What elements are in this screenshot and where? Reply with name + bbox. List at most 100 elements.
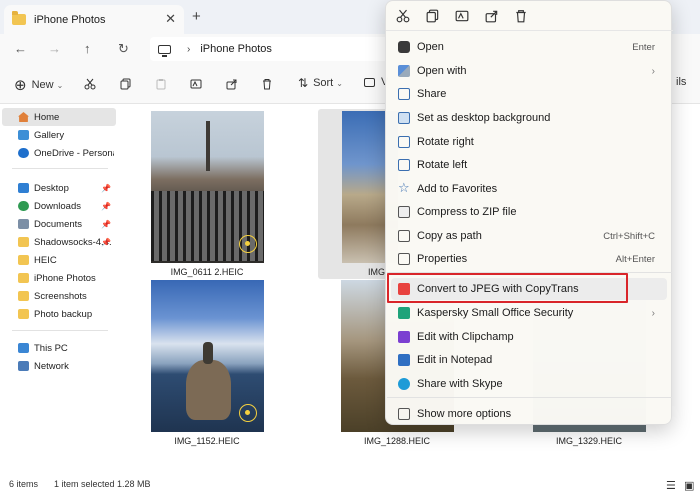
sidebar-item-gallery[interactable]: Gallery [0,126,114,144]
sidebar-item-label: Home [34,111,60,123]
menu-item-label: Rotate left [417,159,468,171]
network-icon [18,361,29,371]
close-tab-button[interactable]: ✕ [165,11,176,27]
desktop-icon [18,183,29,193]
sidebar-item-home[interactable]: Home [2,108,116,126]
photo-thumbnail [151,111,264,263]
sidebar-item-label: Shadowsocks-4.4. [34,236,112,248]
highlight-annotation [387,273,628,303]
menu-item-label: Open with [417,65,467,77]
sidebar-item-this-pc[interactable]: This PC [0,339,114,357]
cloud-icon [18,148,29,158]
new-tab-button[interactable]: + [192,8,201,25]
monitor-icon [158,44,171,57]
menu-item-open-with[interactable]: Open with › [391,60,667,82]
menu-item-set-background[interactable]: Set as desktop background [391,107,667,129]
details-button[interactable]: ils [676,76,686,88]
item-count: 6 items [9,479,39,489]
menu-item-label: Edit in Notepad [417,354,493,366]
menu-item-rotate-right[interactable]: Rotate right [391,131,667,153]
share-icon[interactable] [485,9,499,23]
menu-item-label: Kaspersky Small Office Security [417,307,574,319]
file-item[interactable]: IMG_1152.HEIC [146,278,268,448]
tab-iphone-photos[interactable]: iPhone Photos ✕ [4,5,184,34]
rename-icon[interactable] [455,9,469,23]
new-button[interactable]: ⊕ New ⌄ [14,76,63,94]
menu-item-copy-path[interactable]: Copy as path Ctrl+Shift+C [391,225,667,247]
file-name: IMG_1329.HEIC [555,436,623,446]
menu-item-properties[interactable]: Properties Alt+Enter [391,248,667,270]
delete-icon[interactable] [261,78,273,90]
sidebar-item-downloads[interactable]: Downloads 📌 [0,197,114,215]
sidebar-item-label: iPhone Photos [34,272,96,284]
cut-icon[interactable] [84,78,96,90]
thumbnails-view-icon[interactable]: ▣ [684,479,694,492]
sidebar-item-label: Network [34,360,69,372]
sidebar-item-label: HEIC [34,254,57,266]
copy-icon[interactable] [426,9,440,23]
address-field[interactable]: › iPhone Photos [150,37,410,61]
tab-title: iPhone Photos [34,13,106,26]
pin-icon[interactable]: 📌 [101,184,111,193]
menu-item-add-favorites[interactable]: ☆ Add to Favorites [391,178,667,200]
gallery-icon [18,130,29,140]
menu-item-compress-zip[interactable]: Compress to ZIP file [391,201,667,223]
folder-icon [18,237,29,247]
sidebar-divider [12,330,108,331]
rename-icon[interactable] [190,78,202,90]
menu-item-label: Edit with Clipchamp [417,331,514,343]
details-view-icon[interactable]: ☰ [666,479,676,492]
paste-icon[interactable] [155,78,167,90]
back-arrow-icon[interactable]: ← [14,41,27,56]
menu-item-label: Share with Skype [417,378,503,390]
pin-icon[interactable]: 📌 [101,202,111,211]
file-item[interactable]: IMG_0611 2.HEIC [146,109,268,279]
sidebar-item-network[interactable]: Network [0,357,114,375]
live-photo-icon [239,235,257,253]
sidebar-item-heic[interactable]: HEIC [0,251,114,269]
menu-item-open[interactable]: Open Enter [391,36,667,58]
menu-item-rotate-left[interactable]: Rotate left [391,154,667,176]
file-name: IMG_1152.HEIC [174,436,240,446]
menu-item-label: Add to Favorites [417,183,498,195]
sidebar-item-desktop[interactable]: Desktop 📌 [0,179,114,197]
sidebar-item-onedrive[interactable]: OneDrive - Personal [0,144,114,162]
folder-icon [18,309,29,319]
sidebar-item-shadowsocks[interactable]: Shadowsocks-4.4. 📌 [0,233,114,251]
menu-item-share[interactable]: Share [391,83,667,105]
selection-count: 1 item selected [54,479,115,489]
share-icon[interactable] [226,78,238,90]
sidebar-item-label: OneDrive - Personal [34,147,114,159]
up-arrow-icon[interactable]: ↑ [84,41,91,56]
menu-item-skype[interactable]: Share with Skype [391,373,667,395]
sort-icon: ⇅ [298,76,309,90]
copy-icon[interactable] [120,78,132,90]
menu-item-kaspersky[interactable]: Kaspersky Small Office Security › [391,302,667,324]
pin-icon[interactable]: 📌 [101,220,111,229]
context-menu: Open Enter Open with › Share Set as desk… [385,0,673,425]
sidebar-item-label: This PC [34,342,68,354]
menu-item-clipchamp[interactable]: Edit with Clipchamp [391,326,667,348]
more-options-icon [398,408,410,420]
sidebar-item-documents[interactable]: Documents 📌 [0,215,114,233]
sidebar-item-photo-backup[interactable]: Photo backup [0,305,114,323]
sidebar-item-iphone-photos[interactable]: iPhone Photos [0,269,114,287]
menu-item-label: Rotate right [417,136,474,148]
forward-arrow-icon[interactable]: → [48,41,61,56]
address-path: iPhone Photos [200,43,272,55]
chevron-right-icon: › [651,65,655,77]
open-icon [398,41,410,53]
refresh-icon[interactable]: ↻ [118,41,129,57]
pin-icon[interactable]: 📌 [101,238,111,247]
shortcut-label: Enter [632,41,655,53]
share-icon [398,88,410,100]
sidebar-item-label: Photo backup [34,308,93,320]
wallpaper-icon [398,112,410,124]
menu-item-show-more-options[interactable]: Show more options [391,403,667,425]
sort-button[interactable]: ⇅ Sort ⌄ [298,76,343,90]
sidebar-item-screenshots[interactable]: Screenshots [0,287,114,305]
delete-icon[interactable] [514,9,528,23]
cut-icon[interactable] [396,9,410,23]
rotate-right-icon [398,136,410,148]
menu-item-notepad[interactable]: Edit in Notepad [391,349,667,371]
